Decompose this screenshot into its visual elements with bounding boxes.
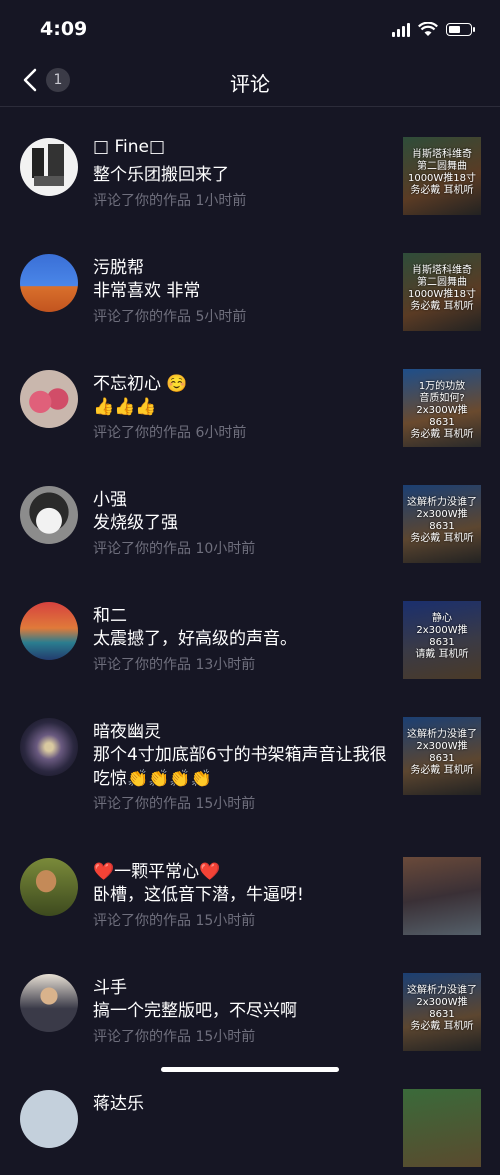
thumbnail-caption: 1万的功放 音质如何? 2x300W推8631 务必戴 耳机听 <box>410 381 474 440</box>
comment-item[interactable]: 污脱帮 非常喜欢 非常 评论了你的作品 5小时前 肖斯塔科维奇 第二圆舞曲 10… <box>0 223 500 339</box>
comment-meta: 评论了你的作品 15小时前 <box>93 796 256 812</box>
comment-meta: 评论了你的作品 5小时前 <box>93 309 247 325</box>
wifi-icon <box>418 22 438 36</box>
comment-meta: 评论了你的作品 10小时前 <box>93 541 256 557</box>
comment-text: 卧槽，这低音下潜，牛逼呀! <box>93 885 304 905</box>
video-thumbnail[interactable]: 肖斯塔科维奇 第二圆舞曲 1000W推18寸 务必戴 耳机听 <box>403 253 481 331</box>
commenter-name[interactable]: 小强 <box>93 485 127 510</box>
commenter-name[interactable]: 和二 <box>93 601 127 626</box>
comment-text: 那个4寸加底部6寸的书架箱声音让我很吃惊👏👏👏👏 <box>93 745 387 789</box>
comment-item[interactable]: 蒋达乐 <box>0 1059 500 1175</box>
comment-item[interactable]: 暗夜幽灵 那个4寸加底部6寸的书架箱声音让我很吃惊👏👏👏👏 评论了你的作品 15… <box>0 687 500 827</box>
comment-meta: 评论了你的作品 15小时前 <box>93 913 256 929</box>
commenter-name[interactable]: 斗手 <box>93 973 127 998</box>
thumbnail-caption: 肖斯塔科维奇 第二圆舞曲 1000W推18寸 务必戴 耳机听 <box>407 149 477 196</box>
thumbnail-caption: 这解析力没谁了 2x300W推8631 务必戴 耳机听 <box>407 729 477 776</box>
avatar[interactable] <box>20 486 78 544</box>
comment-meta: 评论了你的作品 15小时前 <box>93 1029 256 1045</box>
battery-icon <box>446 23 475 36</box>
avatar[interactable] <box>20 602 78 660</box>
comment-text: 搞一个完整版吧，不尽兴啊 <box>93 1001 297 1021</box>
video-thumbnail[interactable] <box>403 1089 481 1167</box>
avatar[interactable] <box>20 858 78 916</box>
thumbnail-caption: 这解析力没谁了 2x300W推8631 务必戴 耳机听 <box>407 985 477 1032</box>
video-thumbnail[interactable] <box>403 857 481 935</box>
comment-list: □ Fine□ 整个乐团搬回来了 评论了你的作品 1小时前 肖斯塔科维奇 第二圆… <box>0 107 500 1175</box>
video-thumbnail[interactable]: 这解析力没谁了 2x300W推8631 务必戴 耳机听 <box>403 717 481 795</box>
comment-text: 整个乐团搬回来了 <box>93 165 229 185</box>
comment-text: 非常喜欢 非常 <box>93 281 201 301</box>
thumbnail-caption: 这解析力没谁了 2x300W推8631 务必戴 耳机听 <box>407 497 477 544</box>
commenter-name[interactable]: 蒋达乐 <box>93 1089 144 1114</box>
cellular-signal-icon <box>392 22 410 37</box>
commenter-name[interactable]: 暗夜幽灵 <box>93 717 161 742</box>
avatar[interactable] <box>20 1090 78 1148</box>
comment-text: 发烧级了强 <box>93 513 178 533</box>
comment-item[interactable]: ❤️一颗平常心❤️ 卧槽，这低音下潜，牛逼呀! 评论了你的作品 15小时前 <box>0 827 500 943</box>
status-bar: 4:09 <box>0 0 500 56</box>
avatar[interactable] <box>20 138 78 196</box>
commenter-name[interactable]: 不忘初心 ☺️ <box>93 369 188 394</box>
commenter-name[interactable]: ❤️一颗平常心❤️ <box>93 857 220 882</box>
avatar[interactable] <box>20 718 78 776</box>
comment-item[interactable]: 和二 太震撼了，好高级的声音。 评论了你的作品 13小时前 静心 2x300W推… <box>0 571 500 687</box>
page-title: 评论 <box>230 72 270 96</box>
comment-item[interactable]: 斗手 搞一个完整版吧，不尽兴啊 评论了你的作品 15小时前 这解析力没谁了 2x… <box>0 943 500 1059</box>
video-thumbnail[interactable]: 这解析力没谁了 2x300W推8631 务必戴 耳机听 <box>403 973 481 1051</box>
comment-text: 太震撼了，好高级的声音。 <box>93 629 297 649</box>
comment-text: 👍👍👍 <box>93 397 157 417</box>
home-indicator[interactable] <box>161 1067 339 1072</box>
video-thumbnail[interactable]: 静心 2x300W推8631 请戴 耳机听 <box>403 601 481 679</box>
video-thumbnail[interactable]: 1万的功放 音质如何? 2x300W推8631 务必戴 耳机听 <box>403 369 481 447</box>
thumbnail-caption: 肖斯塔科维奇 第二圆舞曲 1000W推18寸 务必戴 耳机听 <box>407 265 477 312</box>
comment-item[interactable]: □ Fine□ 整个乐团搬回来了 评论了你的作品 1小时前 肖斯塔科维奇 第二圆… <box>0 107 500 223</box>
avatar[interactable] <box>20 370 78 428</box>
avatar[interactable] <box>20 254 78 312</box>
status-time: 4:09 <box>40 18 88 40</box>
video-thumbnail[interactable]: 肖斯塔科维奇 第二圆舞曲 1000W推18寸 务必戴 耳机听 <box>403 137 481 215</box>
commenter-name[interactable]: □ Fine□ <box>93 137 165 157</box>
comment-item[interactable]: 不忘初心 ☺️ 👍👍👍 评论了你的作品 6小时前 1万的功放 音质如何? 2x3… <box>0 339 500 455</box>
video-thumbnail[interactable]: 这解析力没谁了 2x300W推8631 务必戴 耳机听 <box>403 485 481 563</box>
comment-meta: 评论了你的作品 13小时前 <box>93 657 256 673</box>
nav-bar: 1 评论 <box>0 56 500 107</box>
thumbnail-caption: 静心 2x300W推8631 请戴 耳机听 <box>415 613 469 660</box>
comment-meta: 评论了你的作品 1小时前 <box>93 193 247 209</box>
commenter-name[interactable]: 污脱帮 <box>93 253 144 278</box>
avatar[interactable] <box>20 974 78 1032</box>
status-icons <box>392 22 475 37</box>
comment-meta: 评论了你的作品 6小时前 <box>93 425 247 441</box>
comment-item[interactable]: 小强 发烧级了强 评论了你的作品 10小时前 这解析力没谁了 2x300W推86… <box>0 455 500 571</box>
